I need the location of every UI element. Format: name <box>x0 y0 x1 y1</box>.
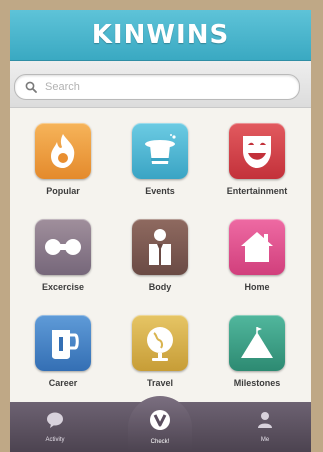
category-milestones[interactable]: Milestones <box>212 305 302 395</box>
category-popular[interactable]: Popular <box>18 113 108 203</box>
phone-screen: KINWINS Popular <box>10 10 311 452</box>
category-label: Popular <box>46 186 80 196</box>
user-icon <box>256 411 274 434</box>
category-label: Home <box>244 282 270 292</box>
theater-mask-icon <box>229 123 285 179</box>
category-home[interactable]: Home <box>212 209 302 299</box>
mountain-icon <box>229 315 285 371</box>
category-career[interactable]: Career <box>18 305 108 395</box>
bottom-tab-bar: Activity Check! Me <box>10 396 311 452</box>
tab-me-label: Me <box>260 437 270 443</box>
tab-me[interactable]: Me <box>230 402 300 452</box>
category-excercise[interactable]: Excercise <box>18 209 108 299</box>
category-label: Excercise <box>41 282 85 292</box>
dumbbell-icon <box>35 219 91 275</box>
category-label: Travel <box>146 378 174 388</box>
search-bar <box>10 61 311 108</box>
person-suit-icon <box>132 219 188 275</box>
tab-activity[interactable]: Activity <box>20 402 90 452</box>
category-body[interactable]: Body <box>115 209 205 299</box>
house-icon <box>229 219 285 275</box>
category-label: Body <box>148 282 172 292</box>
category-label: Career <box>48 378 78 388</box>
flame-icon <box>35 123 91 179</box>
checkin-v-icon <box>149 409 171 436</box>
tab-activity-label: Activity <box>45 437 65 443</box>
category-label: Entertainment <box>226 186 288 196</box>
category-entertainment[interactable]: Entertainment <box>212 113 302 203</box>
category-label: Events <box>145 186 175 196</box>
search-field[interactable] <box>14 74 300 100</box>
category-travel[interactable]: Travel <box>115 305 205 395</box>
search-input[interactable] <box>43 80 287 94</box>
tab-checkin[interactable]: Check! <box>125 402 195 452</box>
app-title: KINWINS <box>91 20 230 50</box>
app-header: KINWINS <box>10 10 311 61</box>
category-events[interactable]: Events <box>115 113 205 203</box>
coffee-mug-icon <box>35 315 91 371</box>
tab-checkin-label: Check! <box>150 439 170 445</box>
globe-icon <box>132 315 188 371</box>
chat-bubble-icon <box>45 411 65 434</box>
search-icon <box>23 79 39 95</box>
category-grid: Popular Events Entertainment Excercise B… <box>10 113 311 403</box>
magic-hat-icon <box>132 123 188 179</box>
category-label: Milestones <box>233 378 281 388</box>
